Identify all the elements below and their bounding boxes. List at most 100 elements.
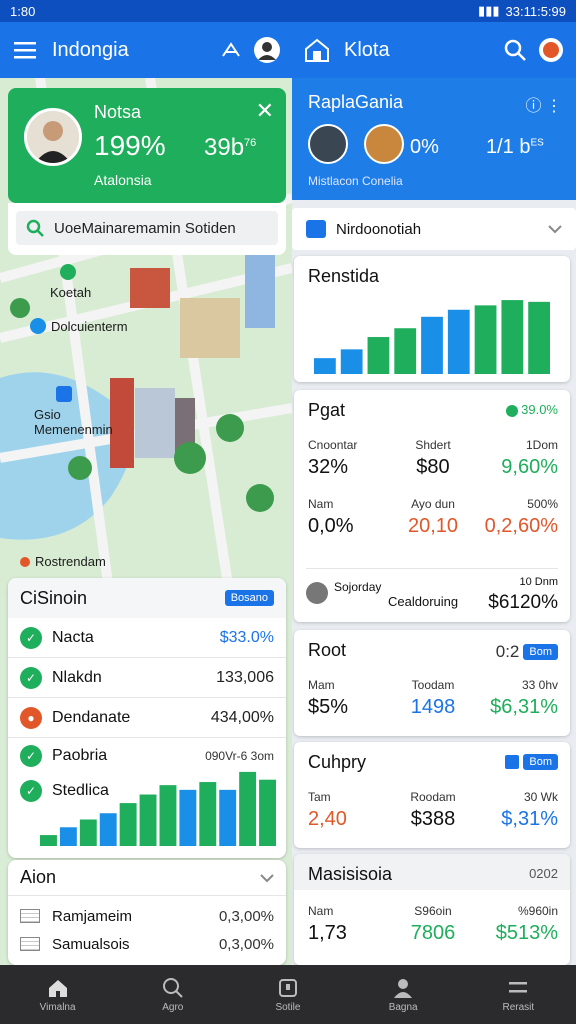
map-label-4[interactable]: Rostrendam (20, 554, 106, 569)
aion-row[interactable]: Samualsois 0,3,00% (8, 930, 286, 958)
status-badge[interactable]: Bom (523, 754, 558, 770)
list-item-label: Dendanate (52, 708, 131, 726)
hamburger-menu-icon[interactable] (10, 35, 40, 65)
pgat-card[interactable]: Pgat 39.0% Cnoontar 32% Shdert $80 1Dom 9,60%… (294, 390, 570, 622)
thumbnail-image (308, 124, 348, 164)
right-hero-card[interactable]: RaplaGania ⓘ ⋮ 0% 1/1 bES Mistlacon Cone… (292, 78, 576, 200)
map-pin-icon (20, 556, 30, 567)
nav-item-menu[interactable]: Rerasit (473, 976, 563, 1013)
nav-item-label: Sotile (275, 1002, 301, 1013)
search-icon[interactable] (500, 35, 530, 65)
search-container: UoeMainaremamin Sotiden (8, 203, 286, 255)
list-badge[interactable]: Bosano (224, 590, 274, 606)
metric-cell: Mam $5% (308, 678, 391, 719)
list-item-value: 090Vr-6 3om (205, 748, 274, 763)
bar (159, 785, 177, 846)
metric-label: Toodam (411, 678, 455, 692)
app-title: Indongia (52, 38, 129, 61)
bar-chart-card[interactable]: Renstida (294, 256, 570, 382)
map-label-3[interactable]: Gsio Memenenmin (34, 386, 124, 437)
footer-hint: 10 Dnm (519, 576, 558, 588)
aion-row-label: Ramjameim (52, 907, 133, 925)
map-pin-icon (60, 264, 76, 280)
metric-value: $80 (416, 456, 450, 478)
bottom-navigation: Vimalna Agro Sotile Bagna Rerasit (0, 965, 576, 1024)
nav-item-person[interactable]: Bagna (358, 976, 448, 1013)
hero-percent: 199% (94, 130, 166, 161)
app-icon (306, 220, 326, 238)
metric-cell: S96oin 7806 (391, 904, 474, 945)
masisisoia-card[interactable]: Masisisoia 0202 Nam 1,73 S96oin 7806 %960in $… (294, 854, 570, 965)
close-icon[interactable]: ✕ (256, 98, 274, 124)
check-icon (505, 404, 518, 417)
list-title: CiSinoin (20, 587, 88, 608)
document-icon (20, 909, 40, 923)
card-title: Masisisoia (308, 864, 393, 884)
nav-item-square[interactable]: Sotile (243, 976, 333, 1013)
left-bar-chart (40, 771, 276, 846)
search-icon (24, 217, 46, 239)
home-building-icon[interactable] (302, 35, 332, 65)
card-tag: 0:2 Bom (496, 642, 558, 662)
right-panel: RaplaGania ⓘ ⋮ 0% 1/1 bES Mistlacon Cone… (292, 78, 576, 965)
search-input[interactable]: UoeMainaremamin Sotiden (16, 211, 278, 245)
font-icon[interactable] (216, 35, 246, 65)
status-time: 1:80 (10, 3, 36, 19)
nav-item-label: Vimalna (39, 1002, 76, 1013)
right-dropdown[interactable]: Nirdoonotiah (292, 208, 576, 250)
clock-icon (306, 582, 328, 604)
metric-label: Shdert (415, 438, 451, 452)
signal-icon: ▮▮▮ (478, 3, 500, 18)
metric-cell: 1Dom 9,60% (475, 438, 558, 479)
bar (139, 794, 157, 846)
dropdown-label: Nirdoonotiah (336, 220, 422, 238)
nav-item-label: Agro (162, 1002, 184, 1013)
aion-row[interactable]: Ramjameim 0,3,00% (8, 902, 286, 930)
metric-value: 20,10 (407, 515, 459, 537)
metric-cell: %960in $513% (475, 904, 558, 945)
metric-cell: 30 Wk $,31% (475, 790, 558, 831)
metric-label: Ayo dun (411, 497, 455, 511)
metric-value: $,31% (501, 808, 558, 830)
nav-item-search[interactable]: Agro (128, 976, 218, 1013)
info-icon[interactable]: ⓘ ⋮ (526, 92, 562, 116)
chevron-down-icon[interactable] (260, 867, 274, 888)
home-icon (48, 980, 67, 997)
metric-cell: Cnoontar 32% (308, 438, 391, 479)
check-icon: ✓ (20, 626, 42, 649)
profile-icon[interactable] (536, 35, 566, 65)
thumbnail-image (364, 124, 404, 164)
status-badge[interactable]: Bom (523, 644, 558, 660)
metric-value: 0,0% (308, 515, 354, 537)
card-title: Cuhpry (308, 752, 367, 772)
list-item-value: $33.0% (219, 628, 274, 646)
list-item[interactable]: ● Dendanate 434,00% (8, 698, 286, 738)
alert-icon: ● (20, 706, 42, 729)
bar (199, 782, 217, 846)
list-item[interactable]: ✓ Nacta $33.0% (8, 618, 286, 658)
card-tag: Bom (505, 754, 558, 770)
map-label-2[interactable]: Dolcuienterm (30, 318, 128, 334)
metric-label: Cnoontar (308, 438, 358, 452)
nav-item-label: Rerasit (502, 1002, 535, 1013)
avatar-icon[interactable] (252, 35, 282, 65)
left-panel: Notsa 199% 39b76 Atalonsia ✕ UoeMainarem… (0, 78, 292, 965)
aion-header[interactable]: Aion (8, 860, 286, 896)
footer-value: $6120% (488, 592, 558, 613)
bar (421, 316, 443, 374)
right-hero-title: RaplaGania (308, 92, 404, 112)
nav-item-home[interactable]: Vimalna (13, 976, 103, 1013)
metric-value: 1,73 (308, 922, 347, 944)
list-item[interactable]: ✓ Nlakdn 133,006 (8, 658, 286, 698)
profile-hero-card[interactable]: Notsa 199% 39b76 Atalonsia ✕ (8, 88, 286, 203)
menu-icon (509, 982, 528, 993)
root-card[interactable]: Root 0:2 Bom Mam $5% Toodam 1498 33 0hv $6,31… (294, 630, 570, 736)
metric-label: 30 Wk (523, 790, 558, 804)
cuhpry-card[interactable]: Cuhpry Bom Tam 2,40 Roodam $388 30 Wk $,31% (294, 742, 570, 848)
list-item-label: Nacta (52, 628, 94, 646)
map-pin-icon (30, 318, 46, 334)
person-icon (394, 979, 413, 998)
bar (79, 819, 97, 846)
map-label-1[interactable]: Koetah (50, 264, 91, 300)
bar (394, 328, 417, 374)
